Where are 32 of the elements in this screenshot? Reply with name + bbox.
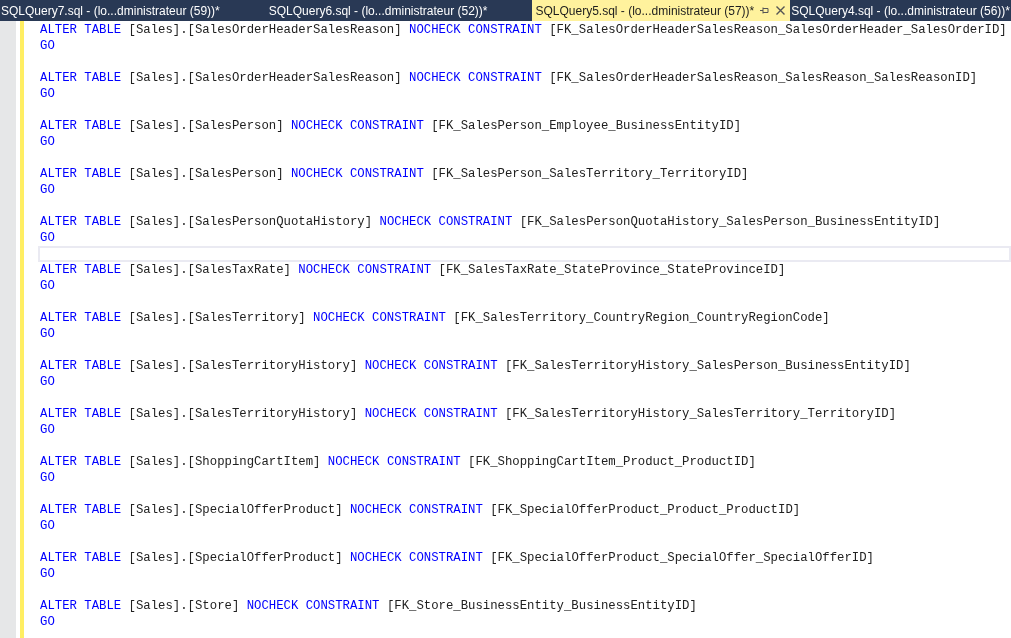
close-icon[interactable] xyxy=(775,5,787,16)
document-tab[interactable]: SQLQuery6.sql - (lo...dministrateur (52))* xyxy=(267,0,492,21)
code-line: GO xyxy=(40,134,56,150)
code-line: GO xyxy=(40,374,56,390)
code-line: GO xyxy=(40,38,56,54)
code-line: ALTER TABLE [Sales].[SalesPersonQuotaHistory] NOCHECK CONSTRAINT [FK_SalesPersonQuotaHistory_SalesPerson_BusinessEntityID] xyxy=(40,214,942,230)
code-line: ALTER TABLE [Sales].[Store] NOCHECK CONSTRAINT [FK_Store_BusinessEntity_BusinessEntityID] xyxy=(40,598,698,614)
code-line: GO xyxy=(40,182,56,198)
code-line: GO xyxy=(40,326,56,342)
code-line: GO xyxy=(40,86,56,102)
document-tab[interactable]: SQLQuery7.sql - (lo...dministrateur (59))* xyxy=(0,0,224,21)
code-line: ALTER TABLE [Sales].[SalesPerson] NOCHECK CONSTRAINT [FK_SalesPerson_SalesTerritory_TerritoryID] xyxy=(40,166,750,182)
code-line: GO xyxy=(40,422,56,438)
pin-icon[interactable] xyxy=(759,5,771,16)
code-line: GO xyxy=(40,518,56,534)
code-line: ALTER TABLE [Sales].[SalesPerson] NOCHECK CONSTRAINT [FK_SalesPerson_Employee_BusinessEntityID] xyxy=(40,118,743,134)
code-line: ALTER TABLE [Sales].[SpecialOfferProduct] NOCHECK CONSTRAINT [FK_SpecialOfferProduct_SpecialOffer_SpecialOfferID] xyxy=(40,550,875,566)
code-line: GO xyxy=(40,230,56,246)
document-tab[interactable]: SQLQuery4.sql - (lo...dministrateur (56))* xyxy=(790,0,1011,21)
code-line: ALTER TABLE [Sales].[SalesOrderHeaderSalesReason] NOCHECK CONSTRAINT [FK_SalesOrderHeaderSalesReason_SalesReason_SalesReasonID] xyxy=(40,70,979,86)
code-line: ALTER TABLE [Sales].[SalesTaxRate] NOCHECK CONSTRAINT [FK_SalesTaxRate_StateProvince_StateProvinceID] xyxy=(40,262,787,278)
code-line: ALTER TABLE [Sales].[ShoppingCartItem] NOCHECK CONSTRAINT [FK_ShoppingCartItem_Product_ProductID] xyxy=(40,454,757,470)
code-line: GO xyxy=(40,278,56,294)
code-line: ALTER TABLE [Sales].[SalesTerritory] NOCHECK CONSTRAINT [FK_SalesTerritory_CountryRegion_CountryRegionCode] xyxy=(40,310,831,326)
code-line: GO xyxy=(40,566,56,582)
code-line: ALTER TABLE [Sales].[SpecialOfferProduct] NOCHECK CONSTRAINT [FK_SpecialOfferProduct_Product_ProductID] xyxy=(40,502,802,518)
code-line: GO xyxy=(40,470,56,486)
document-tab[interactable]: SQLQuery5.sql - (lo...dministrateur (57))* xyxy=(531,0,791,21)
code-line: ALTER TABLE [Sales].[SalesTerritoryHistory] NOCHECK CONSTRAINT [FK_SalesTerritoryHistory_SalesPerson_BusinessEntityID] xyxy=(40,358,912,374)
code-line: ALTER TABLE [Sales].[SalesTerritoryHistory] NOCHECK CONSTRAINT [FK_SalesTerritoryHistory_SalesTerritory_TerritoryID] xyxy=(40,406,898,422)
code-line: GO xyxy=(40,614,56,630)
code-line: ALTER TABLE [Sales].[SalesOrderHeaderSalesReason] NOCHECK CONSTRAINT [FK_SalesOrderHeaderSalesReason_SalesOrderHeader_SalesOrderID] xyxy=(40,22,1008,38)
